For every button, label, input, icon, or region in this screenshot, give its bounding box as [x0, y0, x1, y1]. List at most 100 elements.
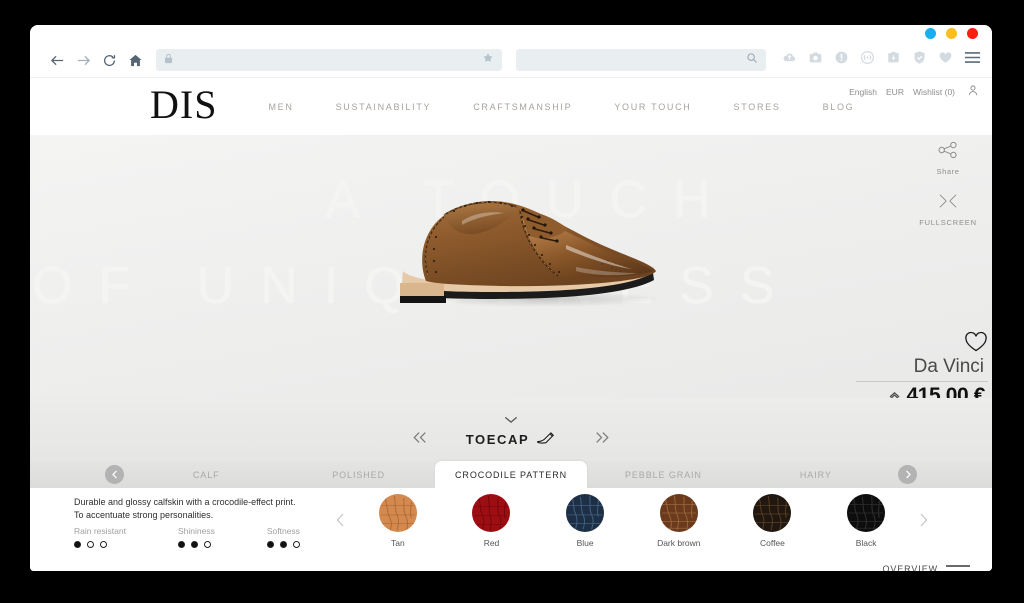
window-controls	[925, 28, 978, 39]
info-icon[interactable]	[834, 50, 849, 70]
cloud-icon[interactable]	[782, 50, 797, 70]
rating-dot	[100, 541, 107, 548]
material-tabs: CALF POLISHED CROCODILE PATTERN PEBBLE G…	[30, 461, 992, 488]
star-icon[interactable]	[482, 51, 494, 69]
tab-polished[interactable]: POLISHED	[282, 461, 434, 488]
color-swatch-red[interactable]: Red	[460, 494, 522, 548]
rating-dot	[279, 541, 287, 548]
lock-icon	[164, 51, 173, 69]
camera-icon[interactable]	[808, 50, 823, 70]
color-swatch-list: Tan Red Blue Dark brown Coffee Black	[351, 494, 913, 548]
product-price: 415.00 €	[906, 384, 985, 398]
rating-rain-resistant: Rain resistant	[74, 526, 126, 548]
share-button[interactable]: Share	[912, 141, 984, 176]
rating-dots	[177, 541, 215, 548]
color-chip	[753, 494, 792, 532]
hamburger-icon[interactable]	[964, 50, 981, 70]
section-prev-button[interactable]	[412, 431, 428, 448]
home-icon[interactable]	[122, 47, 148, 73]
tab-hairy[interactable]: HAIRY	[740, 461, 892, 488]
color-swatch-tan[interactable]: Tan	[367, 494, 429, 548]
color-name: Black	[855, 538, 877, 548]
fullscreen-button[interactable]: FULLSCREEN	[912, 192, 984, 227]
tabs-prev-button[interactable]	[105, 465, 124, 484]
reload-icon[interactable]	[96, 47, 122, 73]
heart-icon[interactable]	[938, 50, 953, 70]
site-header: DIS MEN SUSTAINABILITY CRAFTSMANSHIP YOU…	[30, 78, 992, 135]
nav-item-stores[interactable]: STORES	[713, 102, 802, 112]
section-title-text: TOECAP	[465, 432, 530, 447]
rating-label: Rain resistant	[74, 526, 126, 536]
color-name: Dark brown	[657, 538, 701, 548]
tab-pebble-grain[interactable]: PEBBLE GRAIN	[587, 461, 739, 488]
price-row: 415.00 €	[856, 381, 988, 398]
brand-logo[interactable]: DIS	[150, 84, 217, 125]
material-description-line-2: To accentuate strong personalities.	[74, 510, 214, 521]
section-title: TOECAP	[466, 431, 557, 449]
shield-icon[interactable]	[912, 50, 927, 70]
material-description-line-1: Durable and glossy calfskin with a croco…	[74, 497, 296, 507]
rating-dot	[203, 541, 211, 548]
nav-item-craftsmanship[interactable]: CRAFTSMANSHIP	[452, 102, 593, 112]
shoe-pencil-icon[interactable]	[536, 431, 556, 449]
product-panel: Da Vinci 415.00 € PROCEED	[856, 331, 988, 398]
color-swatch-dark-brown[interactable]: Dark brown	[648, 494, 710, 548]
nav-item-your-touch[interactable]: YOUR TOUCH	[593, 102, 712, 112]
window-dot-blue[interactable]	[925, 28, 936, 39]
product-image-shoe[interactable]	[370, 163, 700, 313]
browser-window: English EUR Wishlist (0) DIS MEN SUSTAIN…	[30, 25, 992, 571]
tab-calf[interactable]: CALF	[130, 461, 282, 488]
back-arrow-icon[interactable]	[44, 47, 70, 73]
window-dot-red[interactable]	[967, 28, 978, 39]
heart-outline-icon[interactable]	[856, 331, 988, 358]
material-tab-list: CALF POLISHED CROCODILE PATTERN PEBBLE G…	[130, 461, 892, 488]
extension-icons	[782, 50, 981, 70]
colors-prev-button[interactable]	[330, 513, 351, 530]
hero-tools: Share FULLSCREEN	[912, 141, 984, 243]
rating-dots	[266, 541, 300, 548]
color-name: Coffee	[760, 538, 785, 548]
color-swatch-blue[interactable]: Blue	[554, 494, 616, 548]
window-dot-yellow[interactable]	[946, 28, 957, 39]
colors-next-button[interactable]	[913, 513, 934, 530]
rating-dot	[177, 541, 185, 548]
product-hero: A TOUCH OF UNIQUENESS	[30, 135, 992, 398]
color-chip	[566, 494, 605, 532]
section-next-button[interactable]	[594, 431, 610, 448]
rating-dot	[74, 541, 81, 548]
address-bar[interactable]	[156, 49, 502, 71]
rating-dot	[292, 541, 300, 548]
material-detail: Durable and glossy calfskin with a croco…	[30, 488, 992, 571]
chevron-up-icon[interactable]	[889, 387, 900, 398]
rating-dot	[266, 541, 274, 548]
forward-arrow-icon[interactable]	[70, 47, 96, 73]
chevron-down-icon[interactable]	[504, 411, 518, 429]
share-label: Share	[936, 167, 960, 176]
magnifier-icon[interactable]	[746, 51, 758, 69]
rating-softness: Softness	[266, 526, 300, 548]
browser-chrome	[30, 25, 992, 78]
nav-item-sustainability[interactable]: SUSTAINABILITY	[315, 102, 453, 112]
overview-button[interactable]: OVERVIEW	[882, 564, 970, 571]
color-swatch-black[interactable]: Black	[835, 494, 897, 548]
nav-item-blog[interactable]: BLOG	[802, 102, 876, 112]
fullscreen-label: FULLSCREEN	[919, 218, 977, 227]
page-content: English EUR Wishlist (0) DIS MEN SUSTAIN…	[30, 78, 992, 571]
main-navigation: MEN SUSTAINABILITY CRAFTSMANSHIP YOUR TO…	[247, 102, 875, 112]
color-name: Tan	[390, 538, 405, 548]
rss-icon[interactable]	[860, 50, 875, 70]
rating-label: Softness	[266, 526, 300, 536]
tabs-next-button[interactable]	[898, 465, 917, 484]
search-bar[interactable]	[516, 49, 766, 71]
material-ratings: Rain resistant Shininess Softness	[74, 526, 300, 548]
briefcase-icon[interactable]	[886, 50, 901, 70]
rating-dot	[87, 541, 94, 548]
color-chip	[472, 494, 511, 532]
color-name: Red	[483, 538, 500, 548]
color-swatch-coffee[interactable]: Coffee	[741, 494, 803, 548]
material-description: Durable and glossy calfskin with a croco…	[74, 496, 314, 522]
nav-item-men[interactable]: MEN	[247, 102, 314, 112]
tab-crocodile-pattern[interactable]: CROCODILE PATTERN	[434, 461, 588, 488]
color-name: Blue	[576, 538, 594, 548]
color-chip	[659, 494, 698, 532]
